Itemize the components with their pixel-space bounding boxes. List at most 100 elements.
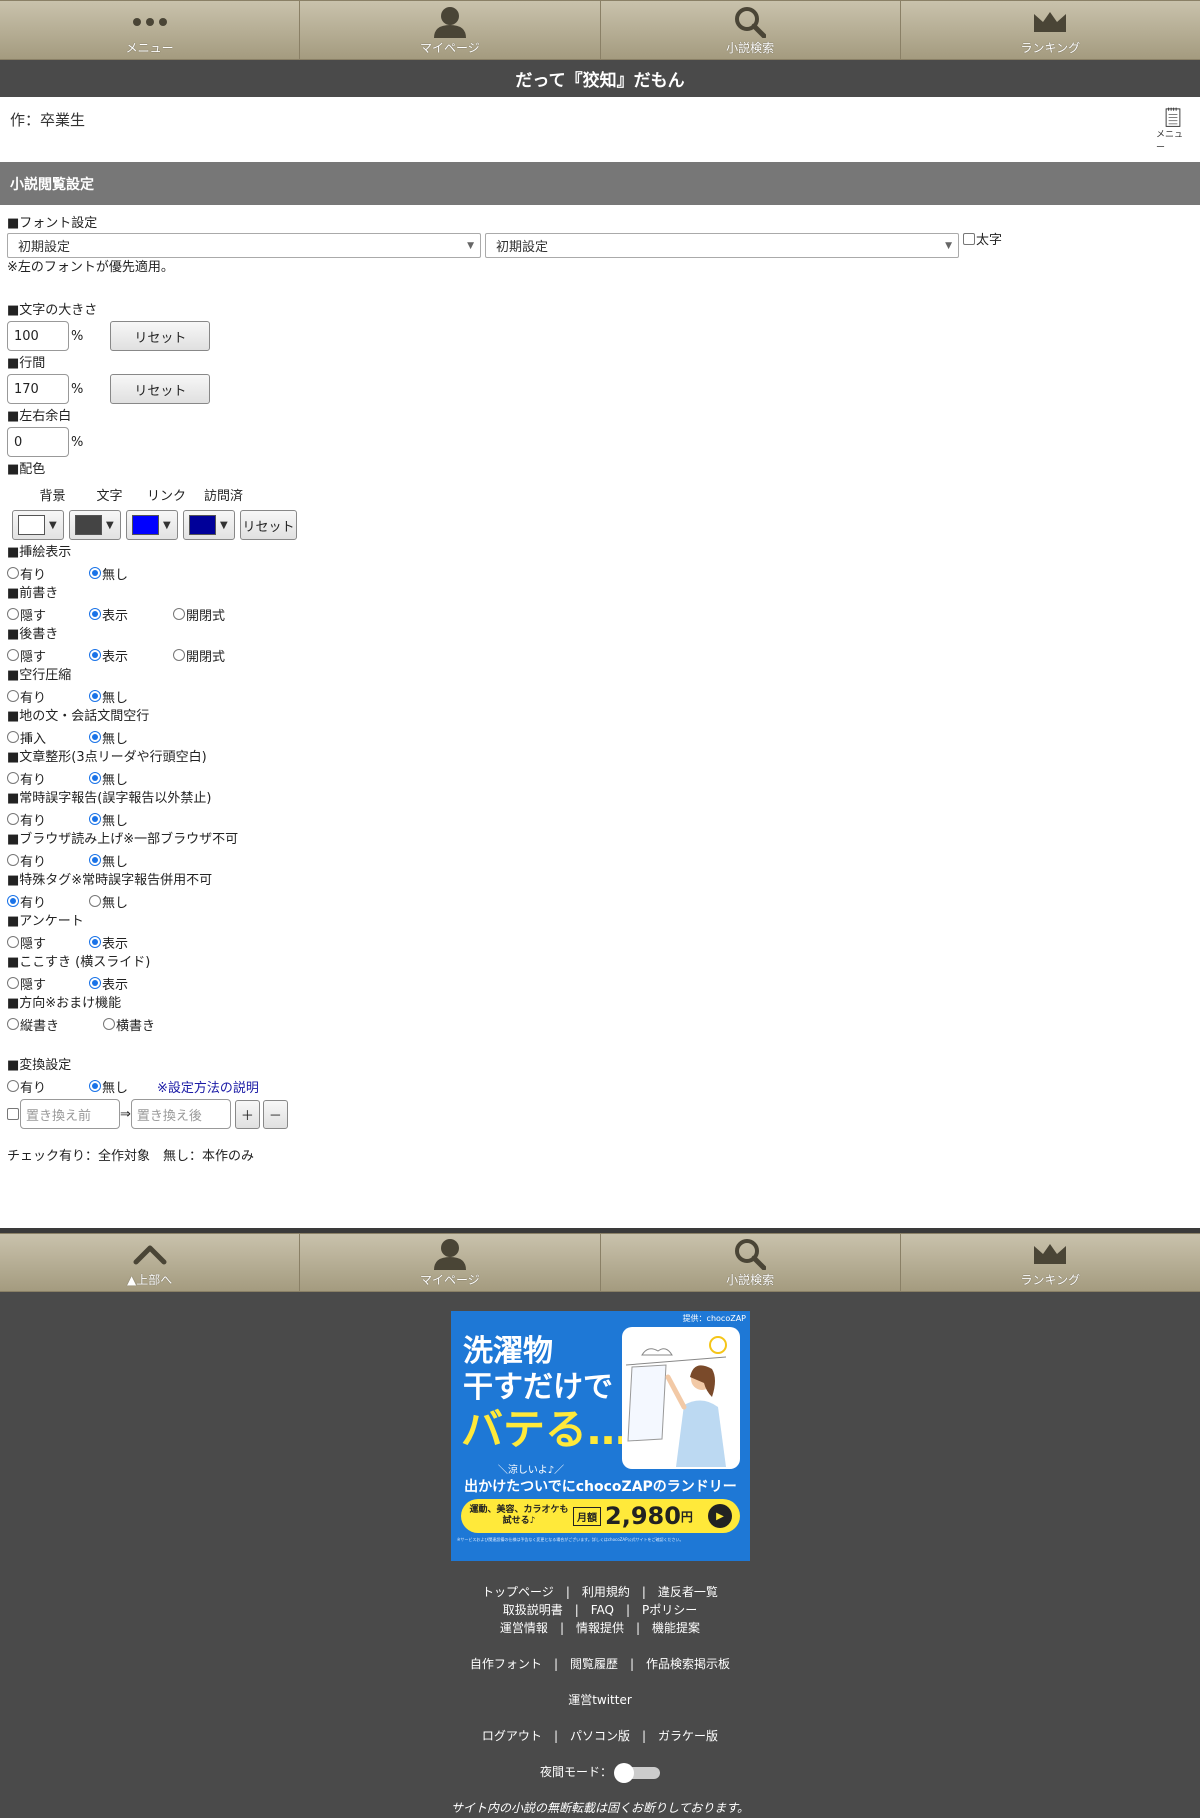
margin-unit: %	[71, 434, 84, 450]
font-note: ※左のフォントが優先適用。	[7, 260, 174, 275]
nav-label: メニュー	[125, 40, 174, 55]
footer-link[interactable]: 利用規約	[582, 1585, 630, 1599]
radio-option[interactable]	[89, 608, 101, 620]
nav-search[interactable]: 小説検索	[601, 1234, 901, 1291]
nav-page-top[interactable]: ▲上部へ	[0, 1234, 301, 1291]
radio-option[interactable]	[89, 977, 101, 989]
footer-link[interactable]: 違反者一覧	[658, 1585, 718, 1599]
font-select-secondary[interactable]: 初期設定 ▼	[485, 233, 959, 258]
font-select-primary[interactable]: 初期設定 ▼	[7, 233, 481, 258]
nav-menu[interactable]: メニュー	[0, 1, 301, 59]
replace-option-off[interactable]	[89, 1080, 101, 1092]
radio-option[interactable]	[89, 813, 101, 825]
line-height-reset-button[interactable]: リセット	[110, 374, 211, 404]
replace-global-checkbox[interactable]	[7, 1108, 19, 1120]
radio-option[interactable]	[89, 936, 101, 948]
radio-option[interactable]	[7, 690, 19, 702]
radio-option[interactable]	[7, 813, 19, 825]
line-height-input[interactable]: 170	[7, 374, 69, 404]
replace-help-link[interactable]: ※設定方法の説明	[157, 1077, 259, 1096]
play-icon: ▶	[708, 1504, 732, 1528]
radio-option[interactable]	[7, 649, 19, 661]
novel-title[interactable]: だって『狡知』だもん	[0, 60, 1200, 97]
radio-option[interactable]	[7, 854, 19, 866]
footer-link[interactable]: Pポリシー	[642, 1603, 697, 1617]
nav-mypage[interactable]: マイページ	[300, 1234, 601, 1291]
radio-option[interactable]	[7, 936, 19, 948]
radio-option[interactable]	[103, 1018, 115, 1030]
crown-icon	[1034, 11, 1067, 32]
nav-mypage[interactable]: マイページ	[300, 1, 601, 59]
footer-link[interactable]: 運営情報	[500, 1621, 548, 1635]
color-bg-picker[interactable]: ▼	[12, 510, 64, 540]
radio-option-label: 無し	[102, 813, 129, 829]
footer-link-twitter[interactable]: 運営twitter	[568, 1693, 632, 1707]
ad-subtext: 出かけたついでにchocoZAPのランドリー	[464, 1479, 737, 1495]
size-reset-button[interactable]: リセット	[110, 321, 211, 351]
radio-option[interactable]	[89, 854, 101, 866]
radio-option[interactable]	[7, 1018, 19, 1030]
size-input[interactable]: 100	[7, 321, 69, 351]
radio-group-options: 有り 無し	[7, 685, 1193, 707]
footer-link[interactable]: 自作フォント	[470, 1657, 542, 1671]
radio-option[interactable]	[7, 895, 19, 907]
replace-arrow: ⇒	[120, 1106, 131, 1122]
radio-option[interactable]	[7, 567, 19, 579]
radio-option[interactable]	[89, 772, 101, 784]
radio-option[interactable]	[89, 895, 101, 907]
radio-group-label: ■挿絵表示	[7, 545, 72, 560]
radio-option[interactable]	[173, 608, 185, 620]
radio-option[interactable]	[173, 649, 185, 661]
footer-link[interactable]: トップページ	[482, 1585, 554, 1599]
footer-link[interactable]: FAQ	[591, 1603, 614, 1617]
footer-link[interactable]: 閲覧履歴	[570, 1657, 618, 1671]
radio-option[interactable]	[7, 608, 19, 620]
ad-illustration	[622, 1327, 740, 1469]
memo-menu-button[interactable]: メニュー	[1156, 107, 1190, 153]
color-head-link: リンク	[146, 489, 186, 504]
radio-option[interactable]	[7, 772, 19, 784]
radio-group-options: 有り 無し	[7, 767, 1193, 789]
ad-banner[interactable]: 提供：chocoZAP 洗濯物 干すだけで バテる… ＼涼しいよ♪／ 出かけたつ…	[451, 1311, 750, 1561]
color-reset-button[interactable]: リセット	[240, 510, 297, 540]
remove-replace-button[interactable]: －	[262, 1099, 288, 1129]
dots-icon	[132, 17, 167, 26]
radio-group-options: 隠す 表示	[7, 972, 1193, 994]
author-row: 作：卒業生 メニュー	[0, 97, 1200, 162]
nav-search[interactable]: 小説検索	[601, 1, 901, 59]
add-replace-button[interactable]: ＋	[234, 1099, 260, 1129]
nav-label: 小説検索	[726, 40, 775, 55]
replace-option-on[interactable]	[7, 1080, 19, 1092]
radio-option[interactable]	[89, 690, 101, 702]
nav-ranking[interactable]: ランキング	[901, 1, 1200, 59]
color-visited-picker[interactable]: ▼	[183, 510, 235, 540]
footer-link[interactable]: 取扱説明書	[503, 1603, 563, 1617]
logout-link[interactable]: ログアウト	[482, 1729, 542, 1743]
replace-before-input[interactable]: 置き換え前	[20, 1099, 120, 1129]
radio-option[interactable]	[89, 649, 101, 661]
radio-option[interactable]	[89, 731, 101, 743]
footer-link[interactable]: 作品検索掲示板	[646, 1657, 730, 1671]
radio-option[interactable]	[89, 567, 101, 579]
replace-options: 有り 無し ※設定方法の説明	[7, 1075, 1193, 1097]
color-link-picker[interactable]: ▼	[126, 510, 178, 540]
author[interactable]: 作：卒業生	[10, 111, 85, 129]
margin-input[interactable]: 0	[7, 427, 69, 457]
pc-version-link[interactable]: パソコン版	[570, 1729, 630, 1743]
line-height-unit: %	[71, 381, 84, 397]
feature-phone-link[interactable]: ガラケー版	[658, 1729, 718, 1743]
ad-cta[interactable]: 運動、美容、カラオケも試せる♪ 月額 2,980 円 ▶	[461, 1499, 740, 1533]
radio-group-options: 縦書き 横書き	[7, 1013, 1193, 1035]
radio-option[interactable]	[7, 977, 19, 989]
copyright: サイト内の小説の無断転載は固くお断りしております。	[450, 1801, 750, 1815]
nav-ranking[interactable]: ランキング	[901, 1234, 1200, 1291]
radio-option[interactable]	[7, 731, 19, 743]
footer-link[interactable]: 情報提供	[576, 1621, 624, 1635]
bold-checkbox[interactable]	[963, 232, 975, 245]
night-mode-toggle[interactable]	[614, 1762, 660, 1783]
color-text-picker[interactable]: ▼	[69, 510, 121, 540]
footer-link[interactable]: 機能提案	[652, 1621, 700, 1635]
radio-option-label: 無し	[102, 731, 129, 747]
replace-after-input[interactable]: 置き換え後	[130, 1099, 231, 1129]
ad-plan: 月額	[573, 1506, 601, 1526]
